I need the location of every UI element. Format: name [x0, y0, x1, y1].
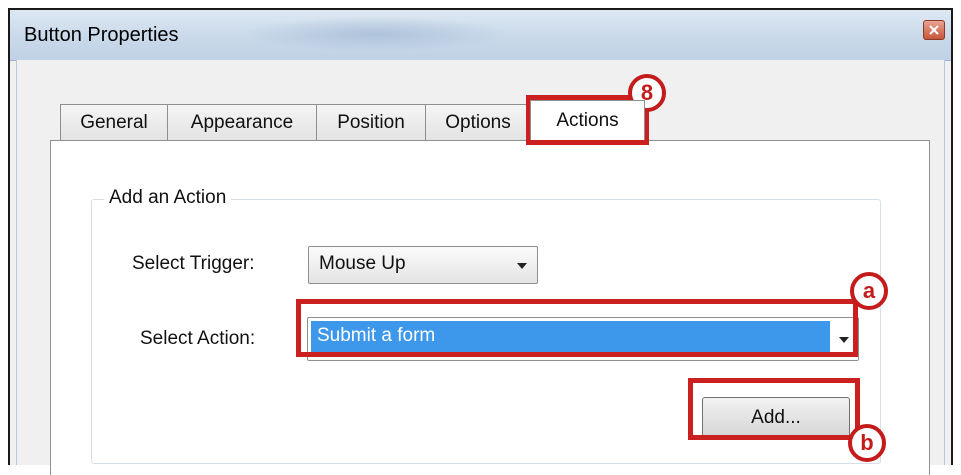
select-action-label: Select Action:: [140, 328, 256, 349]
highlight-action-select: [296, 299, 858, 357]
title-bar[interactable]: Button Properties: [10, 10, 951, 61]
callout-a: a: [850, 272, 888, 310]
tab-actions[interactable]: Actions: [530, 100, 645, 140]
tab-appearance[interactable]: Appearance: [167, 104, 317, 140]
group-title: Add an Action: [104, 187, 232, 209]
close-button[interactable]: [923, 20, 945, 40]
close-icon: [929, 25, 939, 35]
trigger-select[interactable]: Mouse Up: [308, 246, 538, 284]
tab-options[interactable]: Options: [425, 104, 531, 140]
select-trigger-label: Select Trigger:: [132, 253, 255, 274]
highlight-add-button: [688, 378, 860, 440]
dialog-window: Button Properties General Appearance Pos…: [8, 8, 953, 475]
callout-b: b: [848, 424, 886, 462]
window-title: Button Properties: [24, 24, 179, 46]
chevron-down-icon: [517, 263, 527, 269]
tab-position[interactable]: Position: [316, 104, 426, 140]
tab-general[interactable]: General: [60, 104, 168, 140]
